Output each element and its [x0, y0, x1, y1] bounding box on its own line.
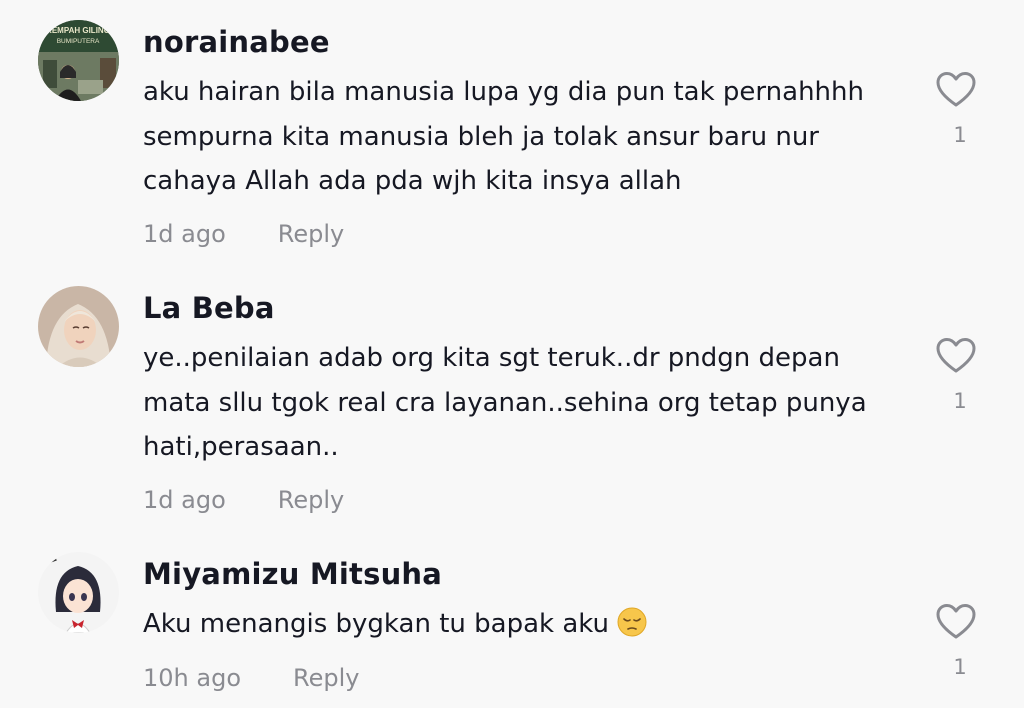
avatar-image [38, 286, 119, 367]
pensive-face-emoji [617, 607, 647, 637]
comment-timestamp: 10h ago [143, 664, 242, 692]
avatar[interactable]: REMPAH GILING BUMIPUTERA [38, 20, 119, 101]
comment-username[interactable]: norainabee [143, 25, 330, 59]
like-button[interactable] [935, 602, 977, 642]
avatar-image: REMPAH GILING BUMIPUTERA [38, 20, 119, 101]
like-count: 1 [953, 123, 967, 147]
heart-outline-icon [936, 604, 976, 639]
comment-text: Aku menangis bygkan tu bapak aku [143, 602, 913, 647]
like-count: 1 [953, 655, 967, 679]
comment-timestamp: 1d ago [143, 220, 226, 248]
like-button[interactable] [935, 70, 977, 110]
comment-text-content: Aku menangis bygkan tu bapak aku [143, 609, 610, 639]
comment-meta: 1d ago Reply [143, 486, 344, 514]
like-button[interactable] [935, 336, 977, 376]
svg-text:REMPAH GILING: REMPAH GILING [46, 26, 110, 35]
comment-item: La Beba ye..penilaian adab org kita sgt … [0, 270, 1024, 540]
reply-button[interactable]: Reply [293, 664, 359, 692]
heart-outline-icon [936, 72, 976, 107]
avatar-image [38, 552, 119, 633]
comment-item: Miyamizu Mitsuha Aku menangis bygkan tu … [0, 536, 1024, 708]
reply-button[interactable]: Reply [278, 220, 344, 248]
comment-text: ye..penilaian adab org kita sgt teruk..d… [143, 343, 867, 462]
reply-button[interactable]: Reply [278, 486, 344, 514]
comment-item: REMPAH GILING BUMIPUTERA norainabee aku … [0, 0, 1024, 270]
comment-meta: 1d ago Reply [143, 220, 344, 248]
avatar[interactable] [38, 552, 119, 633]
comment-meta: 10h ago Reply [143, 664, 359, 692]
svg-text:BUMIPUTERA: BUMIPUTERA [57, 38, 100, 45]
comment-username[interactable]: Miyamizu Mitsuha [143, 557, 442, 591]
comment-text: aku hairan bila manusia lupa yg dia pun … [143, 77, 864, 196]
comment-timestamp: 1d ago [143, 486, 226, 514]
heart-outline-icon [936, 338, 976, 373]
like-count: 1 [953, 389, 967, 413]
avatar[interactable] [38, 286, 119, 367]
comment-username[interactable]: La Beba [143, 291, 275, 325]
